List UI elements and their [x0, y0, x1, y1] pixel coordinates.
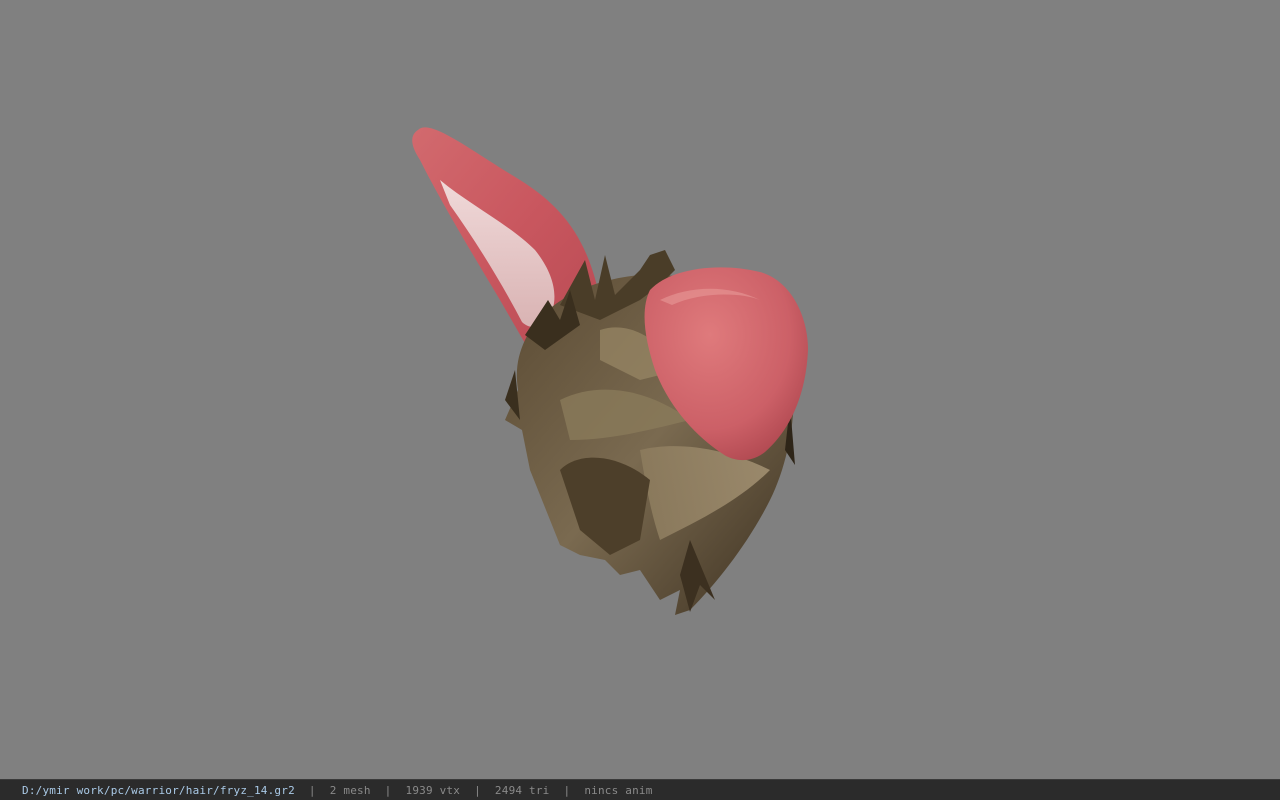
vertex-count: 1939 vtx: [405, 783, 461, 797]
status-bar: D:/ymir work/pc/warrior/hair/fryz_14.gr2…: [0, 779, 1280, 800]
model-render: [412, 127, 808, 615]
file-path: D:/ymir work/pc/warrior/hair/fryz_14.gr2: [22, 783, 295, 797]
animation-status: nincs anim: [584, 783, 653, 797]
status-separator: |: [308, 783, 316, 797]
status-separator: |: [474, 783, 481, 797]
mesh-count: 2 mesh: [329, 783, 371, 797]
triangle-count: 2494 tri: [494, 783, 550, 797]
3d-viewport[interactable]: [0, 0, 1280, 779]
status-separator: |: [563, 783, 571, 797]
status-separator: |: [384, 783, 392, 797]
